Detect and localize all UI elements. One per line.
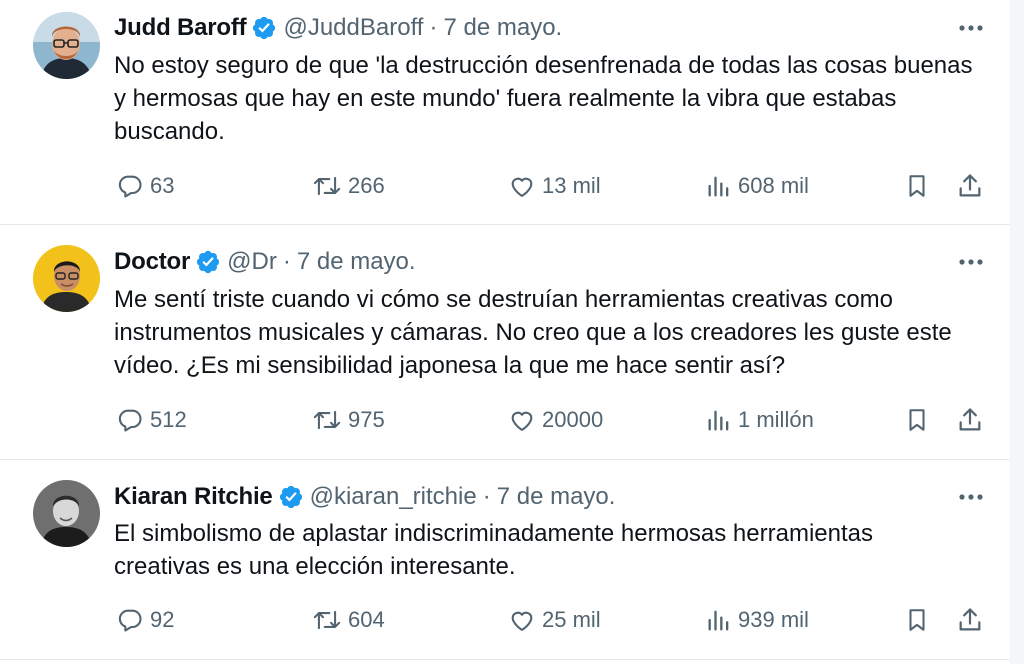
retweet-icon [313, 176, 341, 196]
retweet-button[interactable]: 604 [312, 603, 385, 637]
separator: · [429, 14, 438, 41]
like-button[interactable]: 25 mil [508, 603, 601, 637]
tweet-text: Me sentí triste cuando vi cómo se destru… [114, 286, 952, 379]
retweet-count: 266 [348, 173, 385, 198]
author-handle[interactable]: @JuddBaroff [283, 14, 423, 42]
like-icon [511, 411, 533, 431]
share-icon[interactable] [956, 403, 984, 437]
like-count: 25 mil [542, 607, 601, 632]
tweet-actions: 92 604 25 mil 939 mil [114, 603, 986, 637]
reply-count: 63 [150, 173, 175, 198]
tweet[interactable]: Judd Baroff @JuddBaroff · 7 de mayo. No … [0, 0, 1010, 225]
like-count: 13 mil [542, 173, 601, 198]
views-icon [708, 176, 729, 197]
view-count: 608 mil [738, 173, 809, 198]
tweet[interactable]: Kiaran Ritchie @kiaran_ritchie · 7 de ma… [0, 460, 1010, 660]
tweet[interactable]: Doctor @Dr · 7 de mayo. Me sentí triste … [0, 225, 1010, 460]
like-icon [511, 177, 533, 197]
views-icon [708, 610, 729, 631]
verified-badge-icon [279, 485, 302, 509]
reply-count: 512 [150, 407, 187, 432]
retweet-button[interactable]: 975 [312, 403, 385, 437]
reply-button[interactable]: 63 [116, 169, 174, 203]
verified-badge-icon [253, 16, 276, 40]
reply-button[interactable]: 92 [116, 603, 174, 637]
tweet-date[interactable]: 7 de mayo. [297, 248, 416, 276]
bookmark-icon[interactable] [904, 403, 930, 437]
bookmark-icon[interactable] [904, 603, 930, 637]
tweet-header: Kiaran Ritchie @kiaran_ritchie · 7 de ma… [114, 482, 970, 512]
reply-icon [118, 175, 142, 198]
like-button[interactable]: 20000 [508, 403, 603, 437]
tweet-actions: 512 975 20000 1 millón [114, 403, 986, 437]
more-icon[interactable] [956, 482, 986, 512]
tweet-text: El simbolismo de aplastar indiscriminada… [114, 520, 873, 580]
like-button[interactable]: 13 mil [508, 169, 601, 203]
like-count: 20000 [542, 407, 604, 432]
views-icon [708, 410, 729, 431]
reply-icon [118, 409, 142, 432]
author-handle[interactable]: @kiaran_ritchie [310, 483, 477, 511]
verified-badge-icon [197, 250, 220, 274]
tweet-date[interactable]: 7 de mayo. [443, 14, 562, 42]
retweet-count: 975 [348, 407, 385, 432]
retweet-count: 604 [348, 607, 385, 632]
tweet-header: Judd Baroff @JuddBaroff · 7 de mayo. [114, 13, 970, 43]
share-icon[interactable] [956, 603, 984, 637]
tweet-text: No estoy seguro de que 'la destrucción d… [114, 52, 973, 145]
separator: · [482, 483, 491, 510]
author-handle[interactable]: @Dr [227, 248, 277, 276]
tweet-header: Doctor @Dr · 7 de mayo. [114, 247, 970, 277]
retweet-icon [313, 410, 341, 430]
author-name[interactable]: Judd Baroff [114, 14, 247, 42]
views-button[interactable]: 608 mil [706, 169, 809, 203]
author-name[interactable]: Kiaran Ritchie [114, 483, 273, 511]
retweet-icon [313, 610, 341, 630]
avatar[interactable] [33, 245, 100, 312]
avatar[interactable] [33, 480, 100, 547]
share-icon[interactable] [956, 169, 984, 203]
author-name[interactable]: Doctor [114, 248, 190, 276]
like-icon [511, 611, 533, 631]
view-count: 939 mil [738, 607, 809, 632]
tweet-feed: Judd Baroff @JuddBaroff · 7 de mayo. No … [0, 0, 1024, 664]
reply-icon [118, 609, 142, 632]
more-icon[interactable] [956, 247, 986, 277]
scroll-edge [1010, 0, 1024, 664]
tweet-actions: 63 266 13 mil 608 mil [114, 169, 986, 203]
reply-count: 92 [150, 607, 175, 632]
tweet-date[interactable]: 7 de mayo. [497, 483, 616, 511]
reply-button[interactable]: 512 [116, 403, 187, 437]
separator: · [282, 248, 291, 275]
bookmark-icon[interactable] [904, 169, 930, 203]
avatar[interactable] [33, 12, 100, 79]
view-count: 1 millón [738, 407, 814, 432]
views-button[interactable]: 939 mil [706, 603, 809, 637]
more-icon[interactable] [956, 13, 986, 43]
retweet-button[interactable]: 266 [312, 169, 385, 203]
views-button[interactable]: 1 millón [706, 403, 814, 437]
